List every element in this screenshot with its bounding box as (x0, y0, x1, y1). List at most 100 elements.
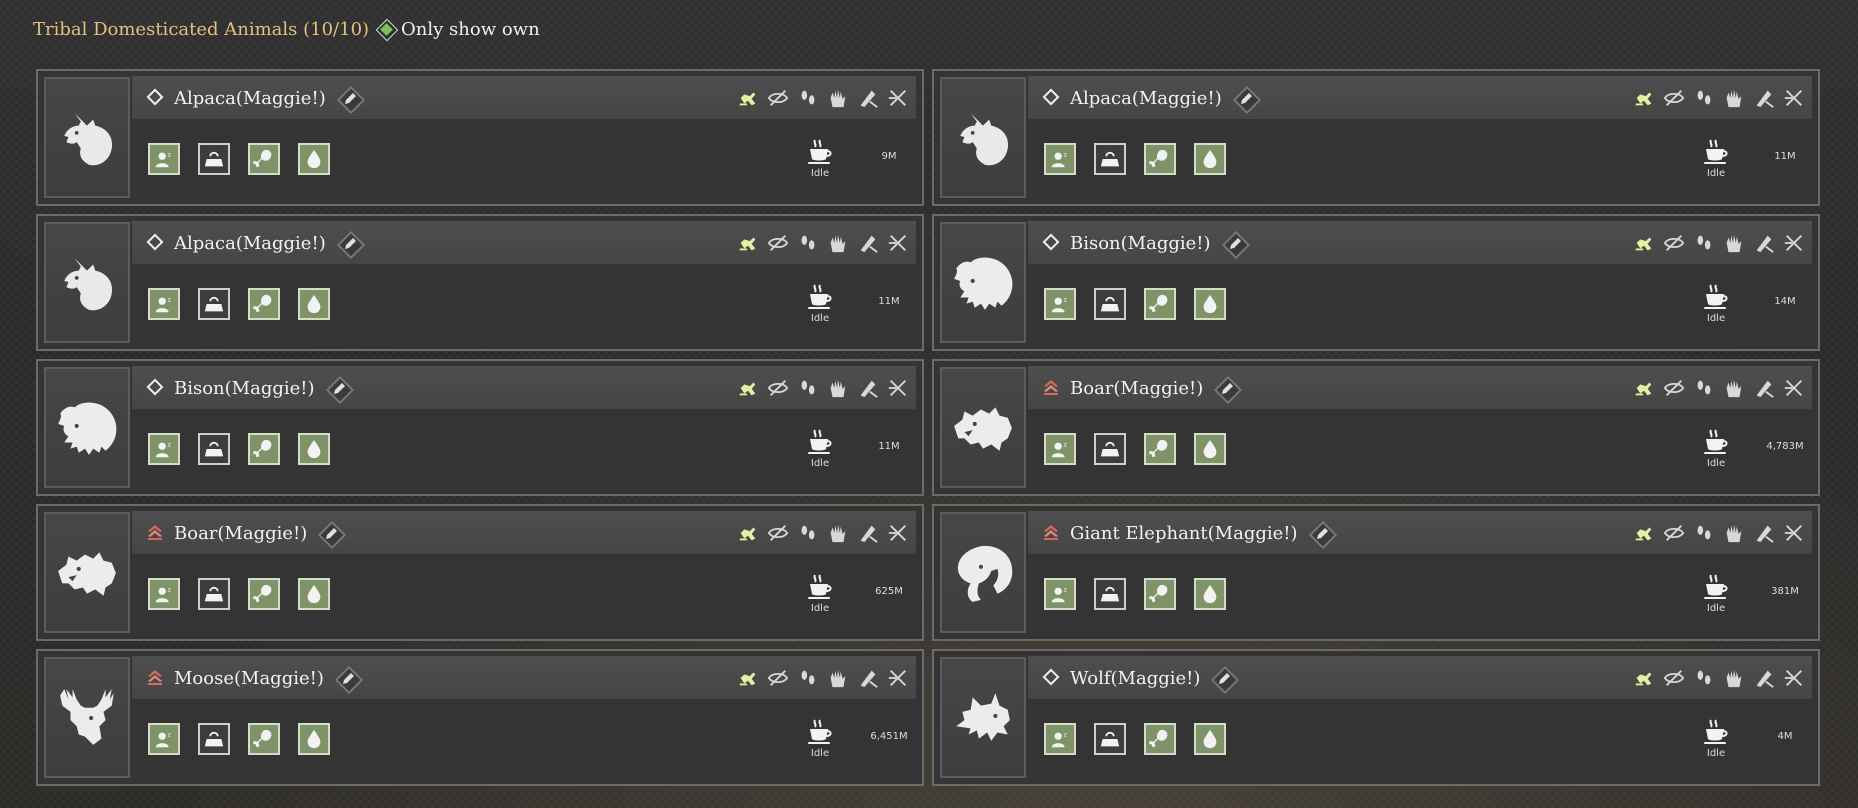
gather-icon[interactable] (1752, 666, 1776, 690)
gather-icon[interactable] (856, 521, 880, 545)
follow-icon[interactable] (1632, 521, 1656, 545)
water-icon[interactable] (298, 578, 330, 610)
attack-off-icon[interactable] (886, 666, 910, 690)
gather-icon[interactable] (856, 666, 880, 690)
wander-icon[interactable] (1692, 521, 1716, 545)
rename-button[interactable] (1210, 665, 1238, 693)
attack-off-icon[interactable] (1782, 521, 1806, 545)
animal-card[interactable]: Giant Elephant(Maggie!) z Idle 381M (932, 504, 1820, 641)
weight-icon[interactable] (1094, 288, 1126, 320)
food-icon[interactable] (248, 723, 280, 755)
weight-icon[interactable] (198, 433, 230, 465)
water-icon[interactable] (298, 288, 330, 320)
halt-icon[interactable] (826, 86, 850, 110)
gather-icon[interactable] (1752, 521, 1776, 545)
rename-button[interactable] (1308, 520, 1336, 548)
rename-button[interactable] (325, 375, 353, 403)
animal-card[interactable]: Wolf(Maggie!) z Idle 4M (932, 649, 1820, 786)
rename-button[interactable] (317, 520, 345, 548)
wander-icon[interactable] (796, 376, 820, 400)
water-icon[interactable] (298, 143, 330, 175)
rename-button[interactable] (1232, 85, 1260, 113)
rest-icon[interactable]: z (1044, 433, 1076, 465)
follow-icon[interactable] (736, 521, 760, 545)
food-icon[interactable] (248, 143, 280, 175)
food-icon[interactable] (1144, 578, 1176, 610)
wander-icon[interactable] (1692, 231, 1716, 255)
attack-off-icon[interactable] (1782, 231, 1806, 255)
weight-icon[interactable] (1094, 143, 1126, 175)
rest-icon[interactable]: z (148, 723, 180, 755)
wander-icon[interactable] (796, 666, 820, 690)
passive-icon[interactable] (766, 376, 790, 400)
food-icon[interactable] (1144, 723, 1176, 755)
gather-icon[interactable] (856, 86, 880, 110)
attack-off-icon[interactable] (886, 376, 910, 400)
food-icon[interactable] (248, 578, 280, 610)
passive-icon[interactable] (1662, 376, 1686, 400)
halt-icon[interactable] (1722, 231, 1746, 255)
wander-icon[interactable] (796, 231, 820, 255)
rest-icon[interactable]: z (1044, 288, 1076, 320)
passive-icon[interactable] (1662, 86, 1686, 110)
attack-off-icon[interactable] (1782, 376, 1806, 400)
rename-button[interactable] (336, 85, 364, 113)
follow-icon[interactable] (1632, 86, 1656, 110)
animal-card[interactable]: Alpaca(Maggie!) z Idle 11M (36, 214, 924, 351)
water-icon[interactable] (1194, 288, 1226, 320)
passive-icon[interactable] (766, 231, 790, 255)
food-icon[interactable] (248, 433, 280, 465)
only-show-own-label[interactable]: Only show own (401, 19, 540, 40)
halt-icon[interactable] (826, 231, 850, 255)
rename-button[interactable] (1221, 230, 1249, 258)
animal-card[interactable]: Alpaca(Maggie!) z Idle 11M (932, 69, 1820, 206)
rename-button[interactable] (334, 665, 362, 693)
weight-icon[interactable] (198, 143, 230, 175)
halt-icon[interactable] (826, 666, 850, 690)
rest-icon[interactable]: z (148, 578, 180, 610)
follow-icon[interactable] (736, 86, 760, 110)
gather-icon[interactable] (1752, 86, 1776, 110)
rest-icon[interactable]: z (1044, 723, 1076, 755)
rest-icon[interactable]: z (148, 288, 180, 320)
gather-icon[interactable] (856, 231, 880, 255)
food-icon[interactable] (1144, 433, 1176, 465)
follow-icon[interactable] (736, 666, 760, 690)
halt-icon[interactable] (1722, 521, 1746, 545)
rename-button[interactable] (1213, 375, 1241, 403)
weight-icon[interactable] (1094, 723, 1126, 755)
rename-button[interactable] (336, 230, 364, 258)
water-icon[interactable] (298, 723, 330, 755)
weight-icon[interactable] (1094, 433, 1126, 465)
weight-icon[interactable] (198, 288, 230, 320)
attack-off-icon[interactable] (1782, 86, 1806, 110)
rest-icon[interactable]: z (148, 433, 180, 465)
follow-icon[interactable] (1632, 376, 1656, 400)
water-icon[interactable] (1194, 143, 1226, 175)
attack-off-icon[interactable] (886, 86, 910, 110)
attack-off-icon[interactable] (886, 521, 910, 545)
gather-icon[interactable] (856, 376, 880, 400)
water-icon[interactable] (298, 433, 330, 465)
only-show-own-checkbox[interactable] (377, 20, 395, 38)
water-icon[interactable] (1194, 578, 1226, 610)
food-icon[interactable] (1144, 288, 1176, 320)
follow-icon[interactable] (736, 231, 760, 255)
follow-icon[interactable] (1632, 666, 1656, 690)
rest-icon[interactable]: z (1044, 578, 1076, 610)
water-icon[interactable] (1194, 723, 1226, 755)
animal-card[interactable]: Moose(Maggie!) z Idle 6,451M (36, 649, 924, 786)
animal-card[interactable]: Bison(Maggie!) z Idle 11M (36, 359, 924, 496)
weight-icon[interactable] (198, 723, 230, 755)
animal-card[interactable]: Alpaca(Maggie!) z Idle 9M (36, 69, 924, 206)
animal-card[interactable]: Bison(Maggie!) z Idle 14M (932, 214, 1820, 351)
passive-icon[interactable] (766, 86, 790, 110)
wander-icon[interactable] (1692, 86, 1716, 110)
wander-icon[interactable] (796, 86, 820, 110)
weight-icon[interactable] (1094, 578, 1126, 610)
halt-icon[interactable] (826, 376, 850, 400)
food-icon[interactable] (248, 288, 280, 320)
animal-card[interactable]: Boar(Maggie!) z Idle 625M (36, 504, 924, 641)
follow-icon[interactable] (1632, 231, 1656, 255)
halt-icon[interactable] (1722, 86, 1746, 110)
